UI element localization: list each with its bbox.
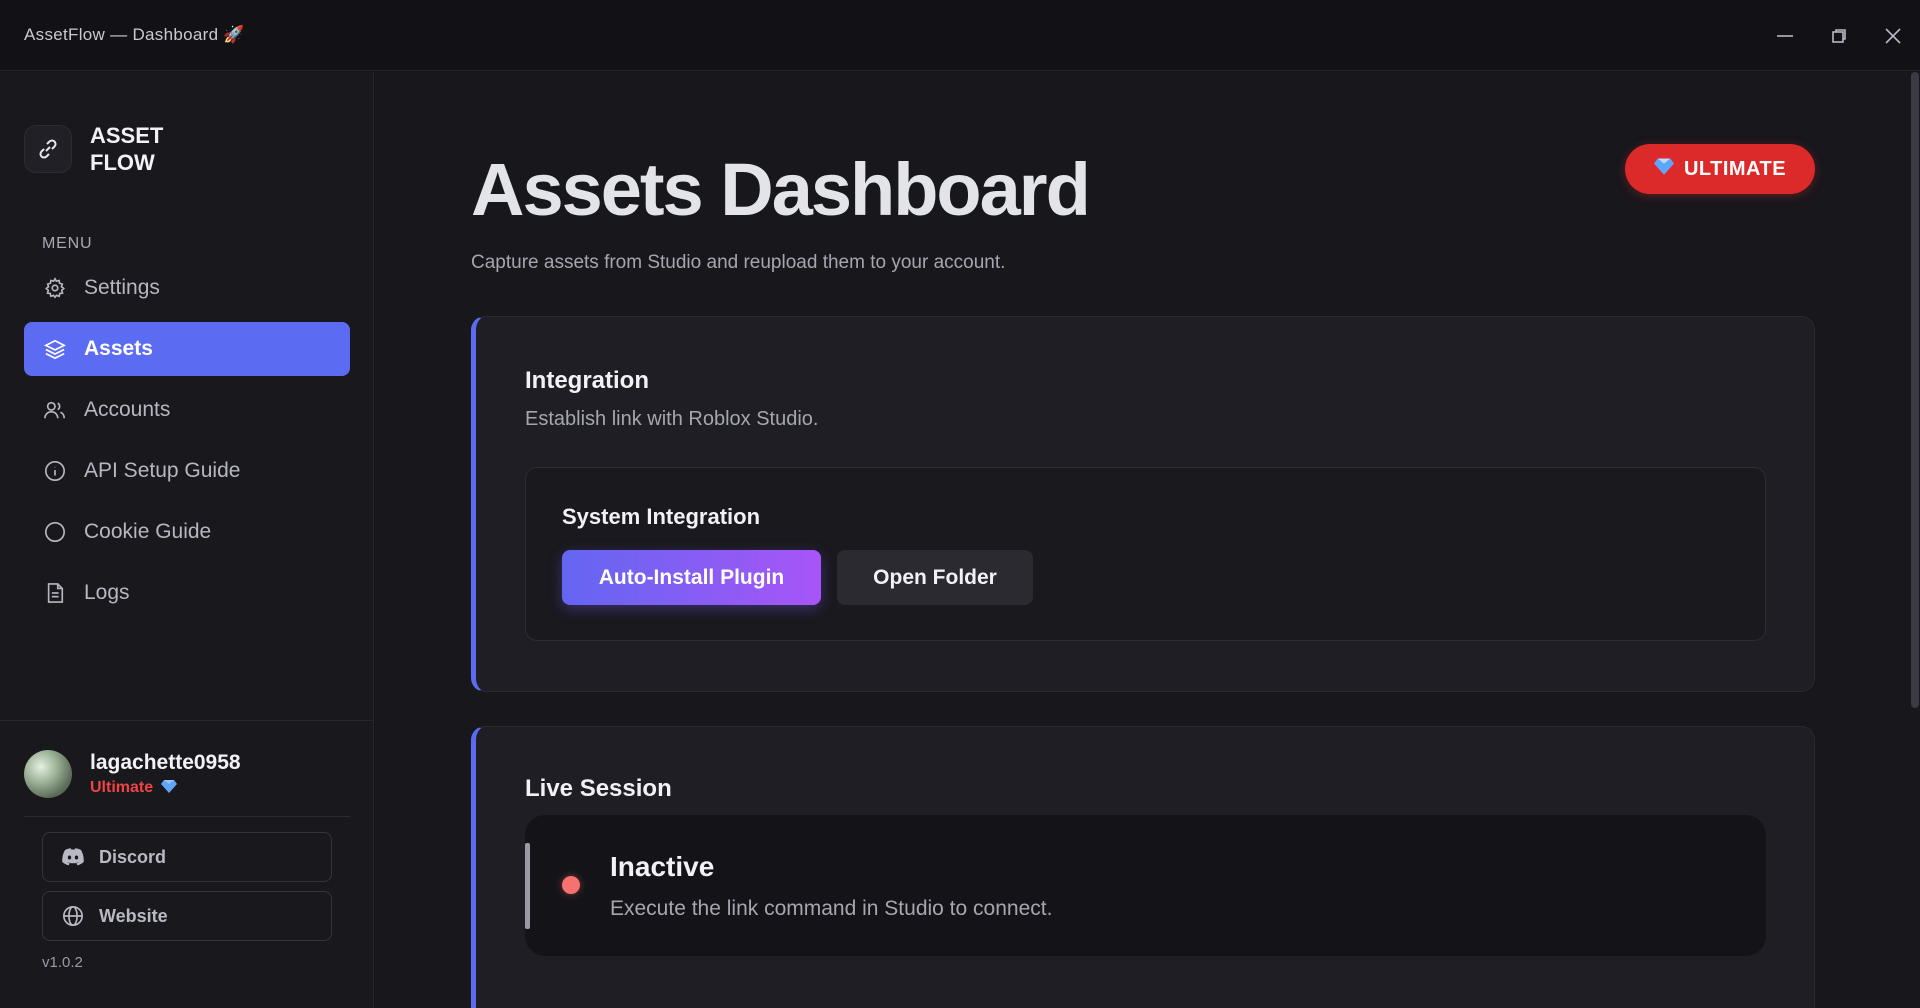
session-status: Inactive [610, 851, 715, 882]
sidebar-item-label: Assets [84, 337, 153, 360]
sidebar-item-label: API Setup Guide [84, 459, 241, 482]
avatar [24, 750, 72, 798]
main-content: Assets Dashboard Capture assets from Stu… [375, 72, 1920, 1008]
sidebar: ASSET FLOW MENU Settings Assets Accounts [0, 72, 374, 1008]
website-label: Website [99, 905, 168, 926]
globe-icon [61, 904, 85, 928]
sidebar-item-label: Settings [84, 276, 160, 299]
sidebar-item-settings[interactable]: Settings [24, 261, 350, 315]
diamond-icon [1653, 157, 1674, 181]
sidebar-item-logs[interactable]: Logs [24, 566, 350, 620]
page-title: Assets Dashboard [471, 148, 1091, 231]
close-icon [1885, 27, 1901, 44]
auto-install-plugin-button[interactable]: Auto-Install Plugin [562, 550, 821, 605]
sidebar-item-accounts[interactable]: Accounts [24, 383, 350, 437]
brand-name: ASSET FLOW [90, 123, 164, 175]
document-icon [42, 580, 68, 606]
close-button[interactable] [1866, 0, 1920, 71]
session-status-panel: Inactive Execute the link command in Stu… [525, 815, 1766, 956]
users-icon [42, 397, 68, 423]
open-folder-button[interactable]: Open Folder [837, 550, 1033, 605]
restore-icon [1832, 28, 1846, 43]
minimize-button[interactable] [1758, 0, 1812, 71]
live-session-title: Live Session [525, 775, 672, 802]
minimize-icon [1777, 34, 1793, 37]
sidebar-divider [0, 720, 373, 721]
window-controls [1758, 0, 1920, 71]
system-integration-title: System Integration [562, 504, 761, 529]
scrollbar[interactable] [1911, 72, 1919, 708]
user-tier-label: Ultimate [90, 779, 154, 796]
layers-icon [42, 336, 68, 362]
maximize-button[interactable] [1812, 0, 1866, 71]
live-session-card: Live Session Inactive Execute the link c… [471, 726, 1815, 1008]
circle-icon [42, 519, 68, 545]
system-integration-panel: System Integration Auto-Install Plugin O… [525, 467, 1766, 641]
user-info: lagachette0958 Ultimate [90, 751, 241, 798]
status-dot [562, 876, 580, 894]
discord-label: Discord [99, 846, 167, 867]
session-description: Execute the link command in Studio to co… [610, 897, 1053, 920]
sidebar-nav: Settings Assets Accounts API Setup Guide… [24, 261, 350, 627]
sidebar-item-api-setup-guide[interactable]: API Setup Guide [24, 444, 350, 498]
integration-card: Integration Establish link with Roblox S… [471, 316, 1815, 692]
user-profile[interactable]: lagachette0958 Ultimate [24, 750, 241, 798]
sidebar-item-cookie-guide[interactable]: Cookie Guide [24, 505, 350, 559]
integration-title: Integration [525, 367, 649, 394]
version-label: v1.0.2 [42, 954, 83, 971]
website-button[interactable]: Website [42, 891, 332, 941]
info-icon [42, 458, 68, 484]
title-bar: AssetFlow — Dashboard 🚀 [0, 0, 1920, 71]
user-tier: Ultimate [90, 779, 241, 798]
integration-description: Establish link with Roblox Studio. [525, 408, 819, 430]
sidebar-item-label: Logs [84, 581, 130, 604]
brand: ASSET FLOW [24, 122, 180, 176]
user-divider [24, 816, 350, 817]
badge-label: ULTIMATE [1683, 157, 1787, 180]
page-subtitle: Capture assets from Studio and reupload … [471, 252, 1006, 273]
window-title: AssetFlow — Dashboard 🚀 [24, 25, 245, 44]
user-name: lagachette0958 [90, 750, 241, 774]
link-icon [24, 125, 72, 173]
status-accent-bar [525, 843, 530, 929]
discord-icon [61, 845, 85, 869]
discord-button[interactable]: Discord [42, 832, 332, 882]
diamond-icon [161, 779, 178, 798]
menu-label: MENU [42, 235, 93, 252]
gear-icon [42, 275, 68, 301]
sidebar-item-label: Accounts [84, 398, 171, 421]
sidebar-item-label: Cookie Guide [84, 520, 212, 543]
sidebar-item-assets[interactable]: Assets [24, 322, 350, 376]
ultimate-badge: ULTIMATE [1625, 144, 1815, 194]
